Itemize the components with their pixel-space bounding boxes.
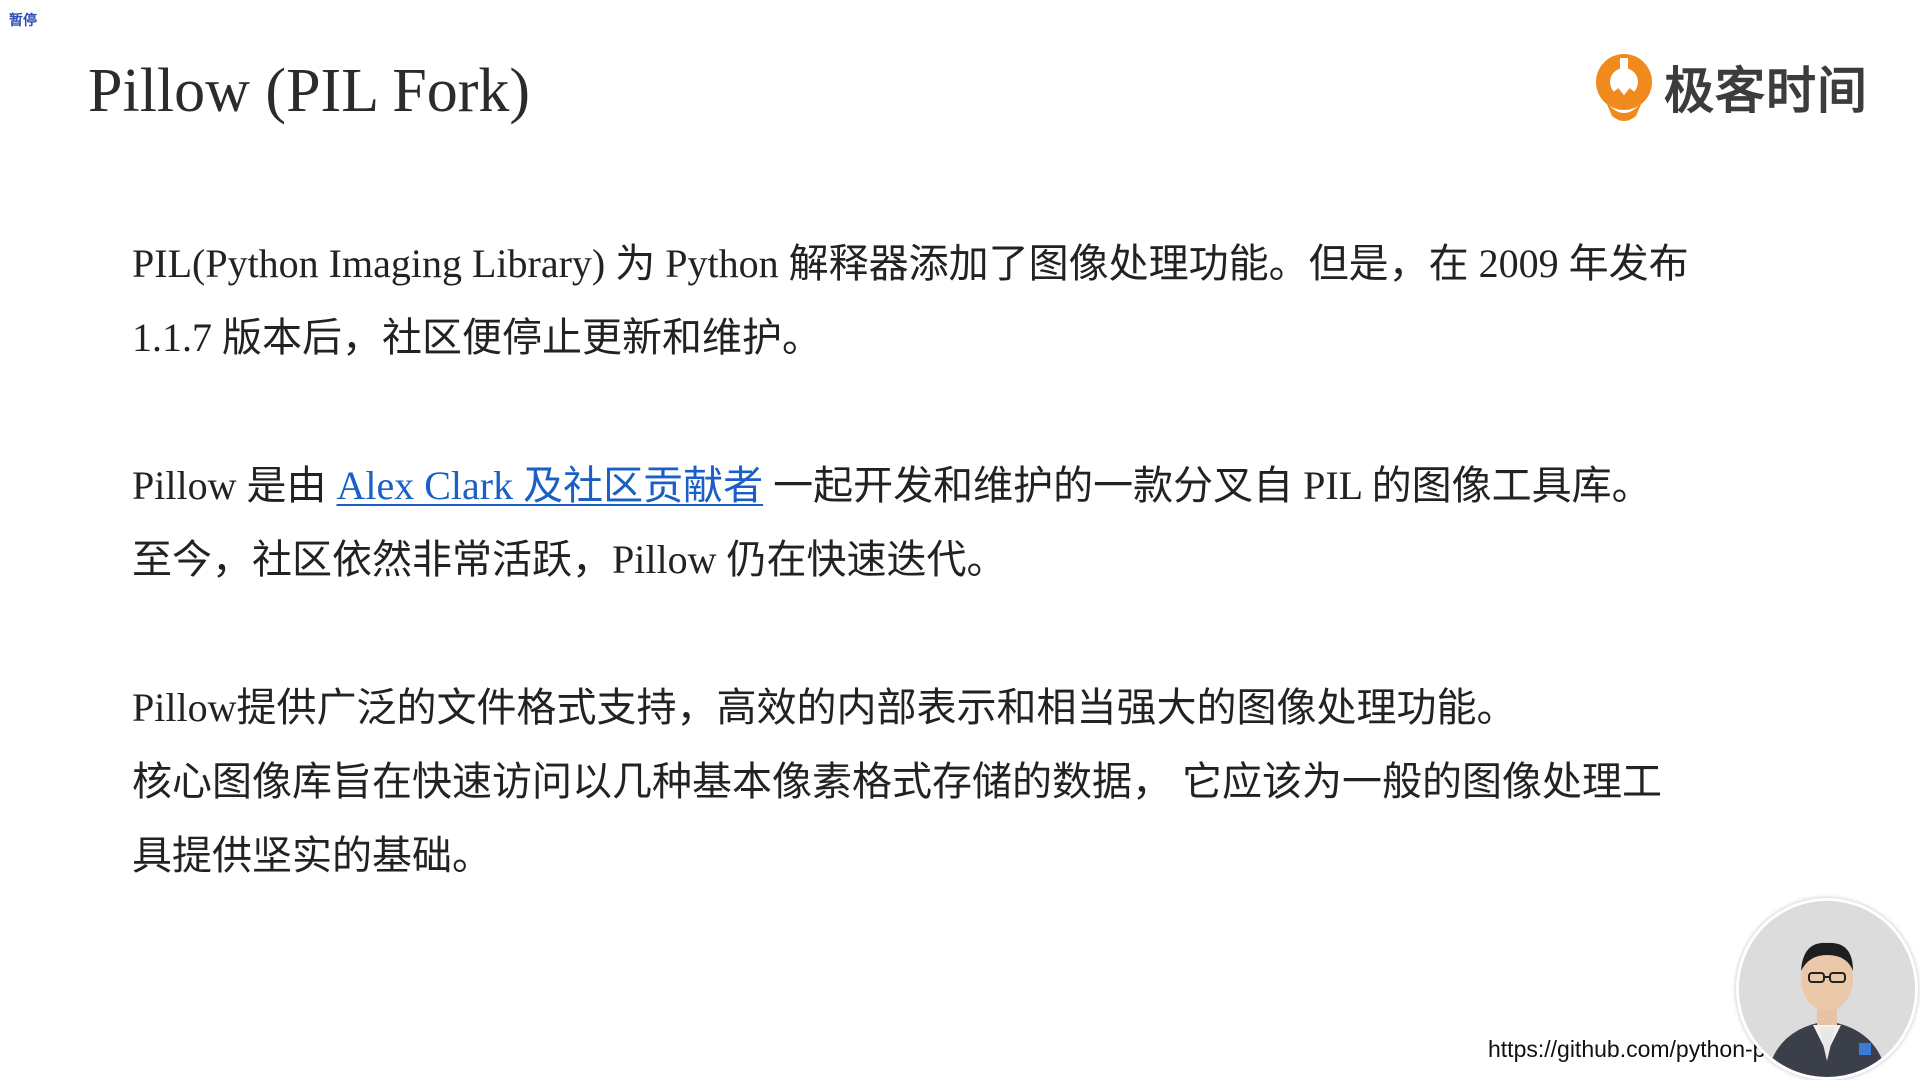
paragraph-line: 至今，社区依然非常活跃，Pillow 仍在快速迭代。 xyxy=(132,537,1007,582)
paragraph-line: 1.1.7 版本后，社区便停止更新和维护。 xyxy=(132,315,822,360)
slide-title: Pillow (PIL Fork) xyxy=(88,57,531,125)
pause-tag[interactable]: 暂停 xyxy=(9,10,37,30)
presenter-silhouette-icon xyxy=(1739,901,1915,1077)
presenter-video-avatar xyxy=(1736,898,1918,1080)
geektime-logo: 极客时间 xyxy=(1592,50,1868,124)
slide-content: PIL(Python Imaging Library) 为 Python 解释器… xyxy=(132,227,1752,967)
paragraph-pil-history: PIL(Python Imaging Library) 为 Python 解释器… xyxy=(132,227,1752,375)
geektime-logo-icon xyxy=(1596,54,1652,121)
logo-text: 极客时间 xyxy=(1664,62,1868,120)
text-segment: 一起开发和维护的一款分叉自 PIL 的图像工具库。 xyxy=(763,463,1652,508)
paragraph-pillow-features: Pillow提供广泛的文件格式支持，高效的内部表示和相当强大的图像处理功能。 核… xyxy=(132,671,1752,893)
paragraph-line: 核心图像库旨在快速访问以几种基本像素格式存储的数据， 它应该为一般的图像处理工 xyxy=(132,759,1662,804)
text-segment: Pillow 是由 xyxy=(132,463,337,508)
paragraph-line: PIL(Python Imaging Library) 为 Python 解释器… xyxy=(132,241,1689,286)
paragraph-pillow-origin: Pillow 是由 Alex Clark 及社区贡献者 一起开发和维护的一款分叉… xyxy=(132,449,1752,597)
paragraph-line: 具提供坚实的基础。 xyxy=(132,833,492,878)
contributors-link[interactable]: Alex Clark 及社区贡献者 xyxy=(336,463,763,508)
paragraph-line: Pillow 是由 Alex Clark 及社区贡献者 一起开发和维护的一款分叉… xyxy=(132,449,1752,523)
paragraph-line: Pillow提供广泛的文件格式支持，高效的内部表示和相当强大的图像处理功能。 xyxy=(132,685,1517,730)
